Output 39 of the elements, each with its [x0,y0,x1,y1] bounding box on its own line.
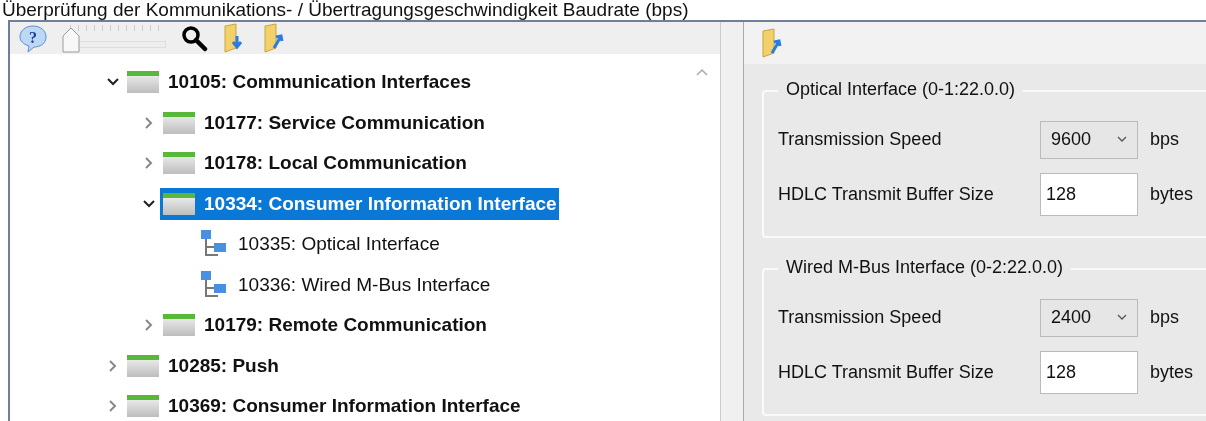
folder-node-icon [126,70,160,95]
tree-item[interactable]: 10334: Consumer Information Interface [160,187,559,220]
tree-item[interactable]: 10335: Optical Interface [196,225,442,264]
speed-dropdown[interactable]: 2400 [1040,298,1138,337]
tree-item[interactable]: 10336: Wired M-Bus Interface [196,265,493,304]
folder-node-icon [126,353,160,378]
unit-label: bps [1150,307,1180,328]
slider-thumb[interactable] [62,27,80,53]
unit-label: bytes [1150,184,1194,205]
speed-dropdown[interactable]: 9600 [1040,120,1138,159]
input-field[interactable]: 128 [1040,173,1138,216]
field-label: HDLC Transmit Buffer Size [778,362,995,383]
group-title: Optical Interface (0-1:22.0.0) [778,79,1024,100]
tree-item[interactable]: 10285: Push [124,349,281,382]
splitter-bar[interactable] [720,22,744,421]
folder-node-icon [162,151,196,176]
zoom-slider[interactable] [62,23,166,53]
folder-node-icon [162,191,196,216]
tree-item[interactable]: 10179: Remote Communication [160,309,489,342]
search-icon[interactable] [180,24,208,52]
folder-node-icon [162,110,196,135]
field-label: HDLC Transmit Buffer Size [778,184,995,205]
caret-icon [1117,136,1127,143]
tree-item[interactable]: 10105: Communication Interfaces [124,66,474,99]
input-field[interactable]: 128 [1040,351,1138,394]
caret-icon [1117,314,1127,321]
tree-item[interactable]: 10178: Local Communication [160,147,469,180]
folder-node-icon [126,394,160,419]
help-icon[interactable]: ? [18,23,48,53]
scroll-up-icon[interactable] [696,68,708,76]
folder-node-icon [162,313,196,338]
unit-label: bytes [1150,362,1194,383]
tree-item[interactable]: 10177: Service Communication [160,106,487,139]
tree-item[interactable]: 10369: Consumer Information Interface [124,390,523,421]
caption-text: Überprüfung der Kommunikations- / Übertragungsgeschwindigkeit Baudrate (bps) [1,0,690,20]
field-label: Transmission Speed [778,129,943,150]
group-title: Wired M-Bus Interface (0-2:22.0.0) [778,257,1072,278]
unit-label: bps [1150,129,1180,150]
field-label: Transmission Speed [778,307,943,328]
